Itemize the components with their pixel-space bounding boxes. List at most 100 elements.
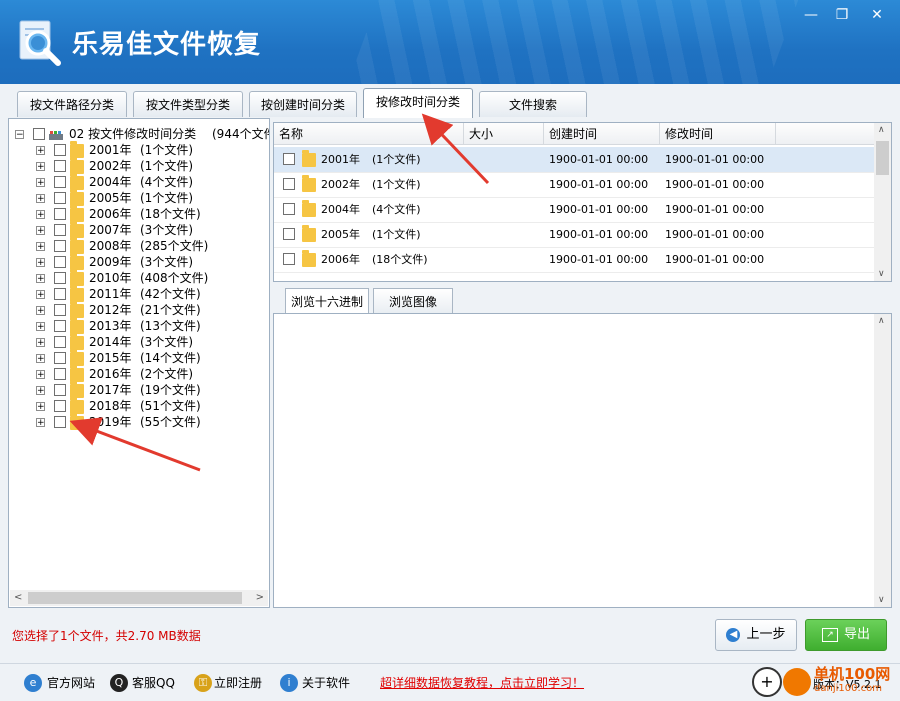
list-row[interactable]: 2006年 (18个文件) 1900-01-01 00:00 1900-01-01 0… bbox=[274, 247, 874, 273]
expand-icon[interactable]: + bbox=[36, 226, 45, 236]
expand-icon[interactable]: + bbox=[36, 370, 45, 380]
expand-icon[interactable]: + bbox=[36, 242, 45, 252]
checkbox[interactable] bbox=[54, 416, 66, 428]
expand-icon[interactable]: + bbox=[36, 194, 45, 204]
scroll-thumb[interactable] bbox=[28, 592, 242, 604]
tree-item[interactable]: +2014年 (3个文件) bbox=[9, 333, 269, 350]
checkbox[interactable] bbox=[54, 272, 66, 284]
expand-icon[interactable]: + bbox=[36, 418, 45, 428]
export-button[interactable]: ↗ 导出 bbox=[805, 619, 887, 651]
checkbox[interactable] bbox=[54, 368, 66, 380]
back-button[interactable]: ◀ 上一步 bbox=[715, 619, 797, 651]
restore-button[interactable]: ❐ bbox=[829, 4, 855, 26]
expand-icon[interactable]: + bbox=[36, 290, 45, 300]
expand-icon[interactable]: + bbox=[36, 210, 45, 220]
preview-scrollbar[interactable]: ∧ ∨ bbox=[874, 314, 891, 607]
expand-icon[interactable]: + bbox=[36, 258, 45, 268]
checkbox[interactable] bbox=[54, 352, 66, 364]
list-row[interactable]: 2002年 (1个文件) 1900-01-01 00:00 1900-01-01 00… bbox=[274, 172, 874, 198]
list-row[interactable]: 2004年 (4个文件) 1900-01-01 00:00 1900-01-01 00… bbox=[274, 197, 874, 223]
tab-by-created[interactable]: 按创建时间分类 bbox=[249, 91, 357, 117]
checkbox[interactable] bbox=[54, 256, 66, 268]
tree-item[interactable]: +2006年 (18个文件) bbox=[9, 205, 269, 222]
collapse-icon[interactable]: − bbox=[15, 130, 24, 140]
tree-item[interactable]: +2018年 (51个文件) bbox=[9, 397, 269, 414]
checkbox[interactable] bbox=[54, 160, 66, 172]
expand-icon[interactable]: + bbox=[36, 162, 45, 172]
checkbox[interactable] bbox=[283, 203, 295, 215]
expand-icon[interactable]: + bbox=[36, 178, 45, 188]
tree-item[interactable]: +2013年 (13个文件) bbox=[9, 317, 269, 334]
tree-root[interactable]: − 02 按文件修改时间分类 (944个文件 bbox=[9, 126, 269, 142]
close-button[interactable]: ✕ bbox=[864, 4, 890, 26]
checkbox[interactable] bbox=[54, 304, 66, 316]
tutorial-promo-link[interactable]: 超详细数据恢复教程，点击立即学习！ bbox=[380, 673, 584, 693]
about-link[interactable]: 关于软件 bbox=[302, 673, 350, 693]
tree-item[interactable]: +2019年 (55个文件) bbox=[9, 413, 269, 430]
tree-item[interactable]: +2016年 (2个文件) bbox=[9, 365, 269, 382]
expand-icon[interactable]: + bbox=[36, 306, 45, 316]
expand-icon[interactable]: + bbox=[36, 386, 45, 396]
tree-item[interactable]: +2005年 (1个文件) bbox=[9, 189, 269, 206]
checkbox[interactable] bbox=[54, 208, 66, 220]
checkbox[interactable] bbox=[54, 384, 66, 396]
scroll-thumb[interactable] bbox=[876, 141, 889, 175]
checkbox[interactable] bbox=[33, 128, 45, 140]
checkbox[interactable] bbox=[54, 192, 66, 204]
tree-item[interactable]: +2017年 (19个文件) bbox=[9, 381, 269, 398]
tab-by-path[interactable]: 按文件路径分类 bbox=[17, 91, 127, 117]
scroll-up-icon[interactable]: ∧ bbox=[878, 316, 885, 326]
checkbox[interactable] bbox=[283, 228, 295, 240]
list-row[interactable]: 2005年 (1个文件) 1900-01-01 00:00 1900-01-01 00… bbox=[274, 222, 874, 248]
scroll-up-icon[interactable]: ∧ bbox=[878, 125, 885, 135]
tab-by-type[interactable]: 按文件类型分类 bbox=[133, 91, 243, 117]
checkbox[interactable] bbox=[54, 400, 66, 412]
tree-item[interactable]: +2015年 (14个文件) bbox=[9, 349, 269, 366]
tree-item[interactable]: +2010年 (408个文件) bbox=[9, 269, 269, 286]
column-name[interactable]: 名称 bbox=[274, 123, 464, 145]
checkbox[interactable] bbox=[54, 144, 66, 156]
checkbox[interactable] bbox=[283, 153, 295, 165]
checkbox[interactable] bbox=[54, 240, 66, 252]
register-link[interactable]: 立即注册 bbox=[214, 673, 262, 693]
expand-icon[interactable]: + bbox=[36, 146, 45, 156]
tree-horizontal-scrollbar[interactable]: < > bbox=[10, 590, 268, 606]
tree-item[interactable]: +2002年 (1个文件) bbox=[9, 157, 269, 174]
tree-item[interactable]: +2008年 (285个文件) bbox=[9, 237, 269, 254]
checkbox[interactable] bbox=[54, 320, 66, 332]
expand-icon[interactable]: + bbox=[36, 338, 45, 348]
checkbox[interactable] bbox=[54, 336, 66, 348]
expand-icon[interactable]: + bbox=[36, 402, 45, 412]
minimize-button[interactable]: — bbox=[798, 4, 824, 26]
column-created[interactable]: 创建时间 bbox=[544, 123, 660, 145]
qq-support-link[interactable]: 客服QQ bbox=[132, 673, 175, 693]
tree-root-label: 02 按文件修改时间分类 bbox=[69, 127, 197, 141]
expand-icon[interactable]: + bbox=[36, 322, 45, 332]
expand-icon[interactable]: + bbox=[36, 274, 45, 284]
tree-item[interactable]: +2007年 (3个文件) bbox=[9, 221, 269, 238]
column-size[interactable]: 大小 bbox=[464, 123, 544, 145]
checkbox[interactable] bbox=[54, 224, 66, 236]
scroll-left-icon[interactable]: < bbox=[14, 592, 22, 603]
checkbox[interactable] bbox=[283, 178, 295, 190]
tab-hex-view[interactable]: 浏览十六进制 bbox=[285, 288, 369, 314]
scroll-down-icon[interactable]: ∨ bbox=[878, 595, 885, 605]
list-vertical-scrollbar[interactable]: ∧ ∨ bbox=[874, 123, 891, 281]
official-site-link[interactable]: 官方网站 bbox=[47, 673, 95, 693]
tree-item[interactable]: +2012年 (21个文件) bbox=[9, 301, 269, 318]
tree-item[interactable]: +2009年 (3个文件) bbox=[9, 253, 269, 270]
expand-icon[interactable]: + bbox=[36, 354, 45, 364]
list-row[interactable]: 2001年 (1个文件) 1900-01-01 00:00 1900-01-01 00… bbox=[274, 147, 874, 173]
column-modified[interactable]: 修改时间 bbox=[660, 123, 776, 145]
tree-item[interactable]: +2001年 (1个文件) bbox=[9, 141, 269, 158]
tab-image-view[interactable]: 浏览图像 bbox=[373, 288, 453, 314]
checkbox[interactable] bbox=[283, 253, 295, 265]
checkbox[interactable] bbox=[54, 176, 66, 188]
tab-file-search[interactable]: 文件搜索 bbox=[479, 91, 587, 117]
tab-by-modified[interactable]: 按修改时间分类 bbox=[363, 88, 473, 118]
scroll-down-icon[interactable]: ∨ bbox=[878, 269, 885, 279]
scroll-right-icon[interactable]: > bbox=[256, 592, 264, 603]
tree-item[interactable]: +2004年 (4个文件) bbox=[9, 173, 269, 190]
tree-item[interactable]: +2011年 (42个文件) bbox=[9, 285, 269, 302]
checkbox[interactable] bbox=[54, 288, 66, 300]
